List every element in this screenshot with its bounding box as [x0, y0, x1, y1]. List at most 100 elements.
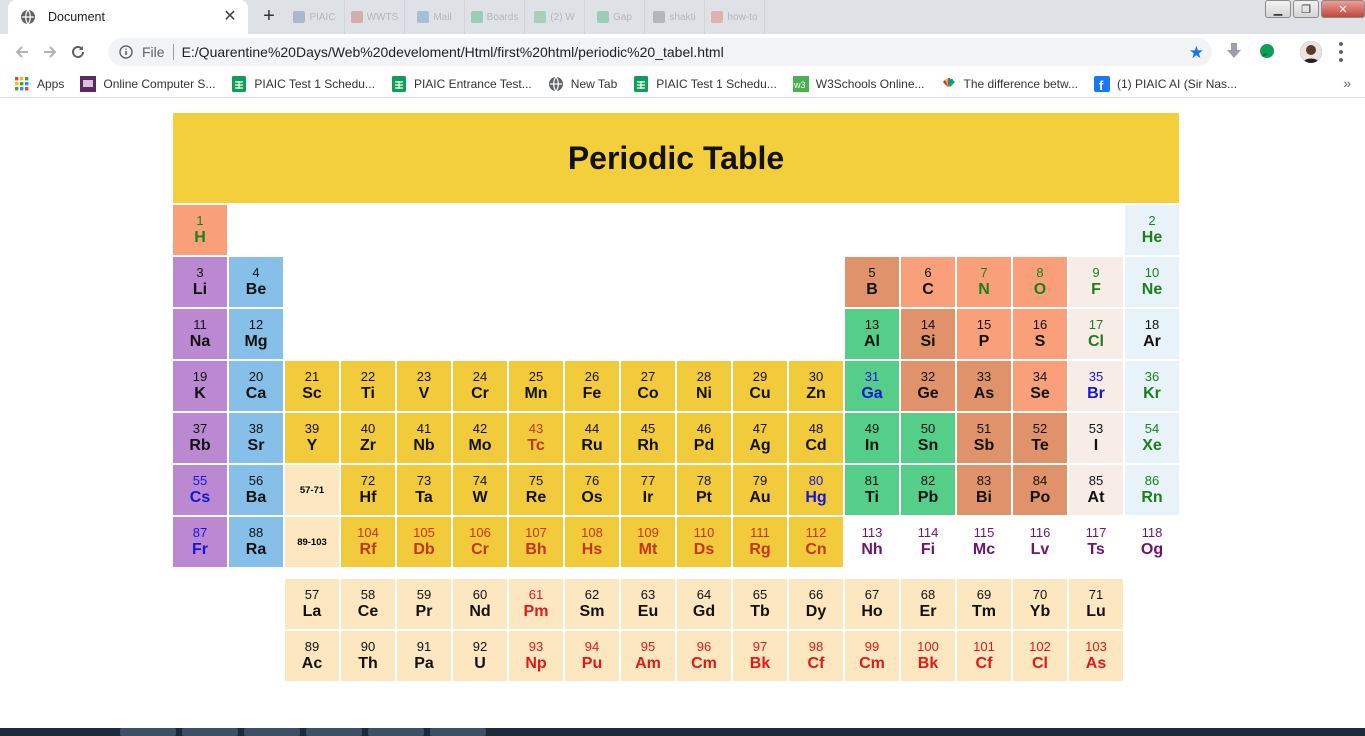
taskbar-item[interactable] — [306, 728, 362, 736]
profile-avatar[interactable] — [1300, 41, 1322, 63]
element-cell: 110 Ds — [677, 517, 731, 567]
atomic-number: 42 — [472, 421, 488, 436]
bookmark-star-icon[interactable]: ★ — [1189, 43, 1204, 63]
window-controls: ▁ ❐ ✕ — [1263, 0, 1365, 22]
element-cell: 17 Cl — [1069, 309, 1123, 359]
element-cell: 27 Co — [621, 361, 675, 411]
element-cell: 39 Y — [285, 413, 339, 463]
element-symbol: Mn — [524, 385, 548, 402]
bookmark-item[interactable]: The difference betw... — [941, 76, 1078, 92]
series-placeholder: 57-71 — [285, 465, 339, 515]
element-cell: 18 Ar — [1125, 309, 1179, 359]
element-symbol: Gd — [692, 603, 716, 620]
atomic-number: 84 — [1032, 473, 1048, 488]
bookmark-item[interactable]: PIAIC Test 1 Schedu... — [231, 75, 375, 92]
background-tab[interactable]: Mail — [405, 0, 465, 34]
element-cell: 101 Cf — [957, 631, 1011, 681]
element-symbol: Cr — [471, 385, 489, 402]
element-cell: 93 Np — [509, 631, 563, 681]
window-close-button[interactable]: ✕ — [1321, 0, 1365, 18]
background-tab[interactable]: (2) W — [525, 0, 585, 34]
menu-kebab-icon[interactable] — [1338, 42, 1344, 62]
element-cell: 108 Hs — [565, 517, 619, 567]
bookmark-item[interactable]: New Tab — [548, 76, 617, 92]
atomic-number: 39 — [304, 421, 320, 436]
close-tab-icon[interactable]: ✕ — [222, 9, 238, 25]
empty-gap — [229, 631, 283, 681]
period-row: 11 Na 12 Mg 13 Al 14 Si 15 P 16 S 17 Cl 18 Ar — [173, 309, 1179, 359]
atomic-number: 111 — [750, 525, 770, 540]
more-bookmarks-icon[interactable]: » — [1343, 75, 1351, 91]
url-text[interactable]: E:/Quarentine%20Days/Web%20develoment/Ht… — [182, 44, 724, 60]
taskbar-item[interactable] — [182, 728, 238, 736]
atomic-number: 85 — [1088, 473, 1104, 488]
taskbar-item[interactable] — [368, 728, 424, 736]
atomic-number: 16 — [1032, 317, 1048, 332]
background-tab[interactable]: shakti — [645, 0, 705, 34]
element-cell: 51 Sb — [957, 413, 1011, 463]
info-icon[interactable] — [118, 44, 134, 60]
taskbar-item[interactable] — [244, 728, 300, 736]
element-symbol: Cl — [1032, 655, 1048, 672]
sheets-icon — [231, 75, 247, 92]
bookmark-item[interactable]: PIAIC Test 1 Schedu... — [633, 75, 777, 92]
forward-button[interactable] — [36, 38, 64, 66]
download-extension-icon[interactable] — [1226, 42, 1242, 65]
element-symbol: Zr — [360, 437, 376, 454]
element-cell: 109 Mt — [621, 517, 675, 567]
element-cell: 13 Al — [845, 309, 899, 359]
element-cell: 98 Cf — [789, 631, 843, 681]
new-tab-button[interactable]: + — [258, 6, 280, 27]
atomic-number: 75 — [528, 473, 544, 488]
reload-button[interactable] — [64, 38, 92, 66]
background-tab[interactable]: Boards — [465, 0, 525, 34]
background-tab[interactable]: how-to — [705, 0, 765, 34]
atomic-number: 66 — [808, 587, 824, 602]
element-cell: 92 U — [453, 631, 507, 681]
element-symbol: Rg — [749, 541, 771, 558]
address-bar[interactable]: File E:/Quarentine%20Days/Web%20develome… — [108, 38, 1212, 66]
bookmark-item[interactable]: Online Computer S... — [80, 75, 215, 92]
empty-gap — [173, 631, 227, 681]
atomic-number: 95 — [640, 639, 656, 654]
background-tab[interactable]: Gap — [585, 0, 645, 34]
bookmark-item[interactable]: Apps — [14, 76, 64, 92]
atomic-number: 61 — [528, 587, 544, 602]
bookmark-item[interactable]: PIAIC Entrance Test... — [391, 75, 532, 92]
tab-favicon-icon — [350, 11, 363, 23]
bookmark-item[interactable]: f (1) PIAIC AI (Sir Nas... — [1094, 75, 1237, 92]
taskbar-item[interactable] — [120, 728, 176, 736]
element-cell: 60 Nd — [453, 579, 507, 629]
bookmark-item[interactable]: w3 W3Schools Online... — [792, 75, 925, 92]
minimize-button[interactable]: ▁ — [1265, 0, 1291, 18]
element-symbol: Ga — [861, 385, 883, 402]
element-cell: 97 Bk — [733, 631, 787, 681]
element-cell: 22 Ti — [341, 361, 395, 411]
element-cell: 107 Bh — [509, 517, 563, 567]
element-cell: 118 Og — [1125, 517, 1179, 567]
background-tab[interactable]: WWTS — [345, 0, 405, 34]
atomic-number: 76 — [584, 473, 600, 488]
atomic-number: 51 — [976, 421, 992, 436]
element-cell: 70 Yb — [1013, 579, 1067, 629]
element-symbol: V — [418, 385, 430, 402]
element-cell: 29 Cu — [733, 361, 787, 411]
extension-leaf-icon[interactable] — [1258, 42, 1276, 65]
back-button[interactable] — [8, 38, 36, 66]
atomic-number: 29 — [752, 369, 768, 384]
atomic-number: 113 — [861, 525, 883, 540]
element-cell: 48 Cd — [789, 413, 843, 463]
element-cell: 62 Sm — [565, 579, 619, 629]
restore-button[interactable]: ❐ — [1293, 0, 1319, 18]
taskbar-item[interactable] — [430, 728, 486, 736]
background-tab[interactable]: PIAIC — [285, 0, 345, 34]
active-tab[interactable]: Document ✕ — [8, 0, 248, 34]
element-cell: 43 Tc — [509, 413, 563, 463]
element-cell: 71 Lu — [1069, 579, 1123, 629]
atomic-number: 89 — [304, 639, 320, 654]
element-cell: 63 Eu — [621, 579, 675, 629]
atomic-number: 110 — [693, 525, 715, 540]
tab-favicon-icon — [534, 11, 547, 23]
element-cell: 91 Pa — [397, 631, 451, 681]
atomic-number: 58 — [360, 587, 376, 602]
